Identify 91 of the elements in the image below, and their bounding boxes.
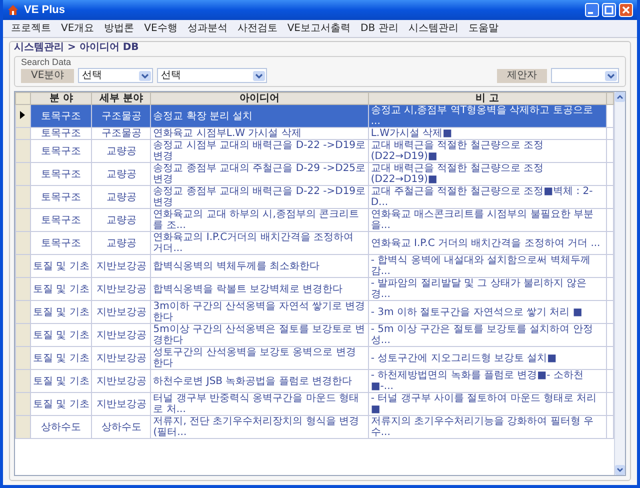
table-cell: 지반보강공 <box>92 392 151 416</box>
scroll-up-icon[interactable] <box>615 92 625 102</box>
menu-item[interactable]: 방법론 <box>104 22 134 35</box>
table-cell: 토질 및 기초 <box>30 324 92 346</box>
dropdown-arrow-icon <box>139 70 152 80</box>
table-cell: 저류지, 전단 초기우수처리장치의 형식을 변경(필터... <box>150 416 368 438</box>
table-cell: 상하수도 <box>30 416 92 438</box>
menu-item[interactable]: VE보고서출력 <box>287 22 351 35</box>
table-cell: 연화육교 I.P.C 거더의 배치간격을 조정하여 거더 ... <box>368 232 607 254</box>
menu-item[interactable]: VE수행 <box>144 22 178 35</box>
field-label: VE분야 <box>21 68 74 82</box>
minimize-icon[interactable] <box>585 3 599 17</box>
menu-item[interactable]: 시스템관리 <box>408 22 458 35</box>
column-header[interactable]: 세부 분야 <box>92 92 151 104</box>
table-cell: 토목구조 <box>30 104 92 128</box>
table-cell: 토목구조 <box>30 186 92 208</box>
breadcrumb: 시스템관리 > 아이디어 DB <box>14 41 139 54</box>
table-cell: 토목구조 <box>30 128 92 140</box>
table-cell: 연화육교의 교대 하부의 시,종점부의 콘크리트를 조... <box>150 208 368 232</box>
table-cell: 연화육교 시점부L.W 가시설 삭제 <box>150 128 368 140</box>
table-cell: 송정교 확장 분리 설치 <box>150 104 368 128</box>
table-cell: 지반보강공 <box>92 370 151 392</box>
field-label: 제안자 <box>497 68 547 82</box>
menu-item[interactable]: 도움말 <box>468 22 498 35</box>
dropdown-arrow-icon <box>605 70 617 80</box>
menu-item[interactable]: 사전검토 <box>237 22 278 35</box>
window-title: VE Plus <box>24 4 65 16</box>
table-cell: 토질 및 기초 <box>30 254 92 278</box>
table-cell: 토질 및 기초 <box>30 300 92 324</box>
table-cell: - 하천제방법면의 녹화를 플럼로 변경■- 소하천■-... <box>368 370 607 392</box>
column-header[interactable]: 분 야 <box>30 92 92 104</box>
table-cell: 연화육교 매스콘크리트를 시점부의 불필요한 부분을... <box>368 208 607 232</box>
menu-item[interactable]: DB 관리 <box>360 22 398 35</box>
table-cell: 교대 주철근을 적절한 철근량으로 조정■벽체 : 2-D... <box>368 186 607 208</box>
table-cell: 하천수로변 JSB 녹화공법을 플럼로 변경한다 <box>150 370 368 392</box>
table-cell: 합벽식옹벽의 벽체두께를 최소화한다 <box>150 254 368 278</box>
table-cell: 토목구조 <box>30 232 92 254</box>
close-icon[interactable] <box>619 3 633 17</box>
table-cell: 지반보강공 <box>92 254 151 278</box>
scrollbar[interactable] <box>614 92 625 475</box>
table-cell: 저류지의 초기우수처리기능을 강화하여 필터형 우수... <box>368 416 607 438</box>
table-cell: 3m이하 구간의 산석옹벽을 자연석 쌓기로 변경한다 <box>150 300 368 324</box>
table-cell: 교대 배력근을 적절한 철근량으로 조정(D22→D19)■ <box>368 140 607 162</box>
table-cell: 토질 및 기초 <box>30 392 92 416</box>
table-cell: 5m이상 구간의 산석옹벽은 절토를 보강토로 변경한다 <box>150 324 368 346</box>
table-cell: 교대 배력근을 적절한 철근량으로 조정(D22→D19)■ <box>368 162 607 186</box>
table-cell: 구조물공 <box>92 104 151 128</box>
table-cell: - 합벽식 옹벽에 내설대와 설치함으로써 벽체두께 감... <box>368 254 607 278</box>
table-cell: - 5m 이상 구간은 절토를 보강토를 설치하여 안정성... <box>368 324 607 346</box>
table-cell: 토목구조 <box>30 162 92 186</box>
table-cell: 송정교 시,종점부 역T형옹벽을 삭제하고 토공으로 ... <box>368 104 607 128</box>
table-cell: 터널 갱구부 반중력식 옹벽구간을 마운드 형태로 처... <box>150 392 368 416</box>
table-cell: 지반보강공 <box>92 278 151 300</box>
table-cell: 교량공 <box>92 186 151 208</box>
table-cell: 토질 및 기초 <box>30 278 92 300</box>
column-header[interactable]: 비 고 <box>368 92 607 104</box>
table-cell: L.W가시설 삭제■ <box>368 128 607 140</box>
dropdown-arrow-icon <box>253 70 266 80</box>
table-cell: 토질 및 기초 <box>30 346 92 370</box>
house-icon <box>7 4 19 16</box>
scroll-down-icon[interactable] <box>615 465 625 475</box>
table-cell: 구조물공 <box>92 128 151 140</box>
menu-item[interactable]: VE개요 <box>61 22 94 35</box>
group-title: Search Data <box>21 57 72 68</box>
column-header[interactable]: 아이디어 <box>150 92 368 104</box>
table-cell: 지반보강공 <box>92 324 151 346</box>
table-cell: 상하수도 <box>92 416 151 438</box>
table-cell: 송정교 시점부 교대의 배력근을 D-22 ->D19로 변경 <box>150 140 368 162</box>
table-cell: 합벽식옹벽을 락볼트 보강벽체로 변경한다 <box>150 278 368 300</box>
maximize-icon[interactable] <box>602 3 616 17</box>
table-cell: 지반보강공 <box>92 346 151 370</box>
table-cell: 교량공 <box>92 162 151 186</box>
table-cell: 연화육교의 I.P.C거더의 배치간격을 조정하여 거더... <box>150 232 368 254</box>
table-cell: 교량공 <box>92 232 151 254</box>
table-cell: 성토구간의 산석옹벽을 보강토 옹벽으로 변경한다 <box>150 346 368 370</box>
table-cell: 토질 및 기초 <box>30 370 92 392</box>
table-cell: - 발파암의 절리발달 및 그 상태가 불리하지 않은 경... <box>368 278 607 300</box>
table-cell: 송정교 종점부 교대의 배력근을 D-22 ->D19로 변경 <box>150 186 368 208</box>
menu-item[interactable]: 프로젝트 <box>11 22 51 35</box>
table-cell: 토목구조 <box>30 140 92 162</box>
table-cell: - 3m 이하 절토구간을 자연석으로 쌓기 처리 ■ <box>368 300 607 324</box>
table-cell: 송정교 종점부 교대의 주철근을 D-29 ->D25로 변경 <box>150 162 368 186</box>
dropdown[interactable]: 선택 <box>157 68 268 83</box>
dropdown[interactable]: 선택 <box>78 68 154 83</box>
table-cell: - 성토구간에 지오그리드형 보강토 설치■ <box>368 346 607 370</box>
table-cell: - 터널 갱구부 사이를 절토하여 마운드 형태로 처리■ <box>368 392 607 416</box>
table-cell: 지반보강공 <box>92 300 151 324</box>
table-cell: 교량공 <box>92 140 151 162</box>
table-cell: 토목구조 <box>30 208 92 232</box>
table-cell: 교량공 <box>92 208 151 232</box>
menu-item[interactable]: 성과분석 <box>187 22 228 35</box>
